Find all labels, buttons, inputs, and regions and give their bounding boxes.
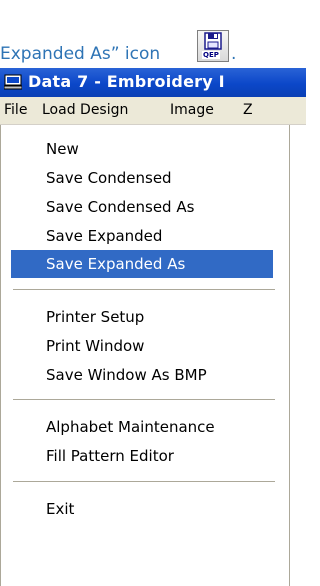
qep-icon-label: QEP: [202, 51, 220, 59]
menu-item-label: Exit: [46, 500, 75, 518]
menu-item-save-expanded-as[interactable]: Save Expanded As: [11, 250, 273, 278]
menu-item-label: Save Window As BMP: [46, 366, 207, 384]
menu-z-truncated[interactable]: Z: [243, 102, 253, 118]
menu-item-print-window[interactable]: Print Window: [11, 332, 277, 360]
menu-item-label: Save Condensed As: [46, 198, 195, 216]
menu-separator: [13, 289, 275, 291]
window-titlebar[interactable]: Data 7 - Embroidery I: [0, 68, 306, 97]
menu-item-exit[interactable]: Exit: [11, 495, 277, 523]
window-title: Data 7 - Embroidery I: [28, 72, 225, 91]
menu-item-save-window-as-bmp[interactable]: Save Window As BMP: [11, 361, 277, 389]
document-caption: Expanded As” icon QEP .: [0, 0, 306, 68]
menu-item-label: Fill Pattern Editor: [46, 447, 174, 465]
caption-text-label: Expanded As” icon: [0, 44, 161, 64]
menu-item-label: Print Window: [46, 337, 145, 355]
caption-period: .: [231, 44, 237, 64]
menu-item-fill-pattern-editor[interactable]: Fill Pattern Editor: [11, 442, 277, 470]
floppy-disk-icon: [204, 32, 222, 50]
menu-bar: File Load Design Image Z: [0, 97, 306, 125]
file-menu-dropdown: New Save Condensed Save Condensed As Sav…: [0, 125, 290, 586]
menu-file[interactable]: File: [4, 102, 27, 118]
menu-item-save-condensed-as[interactable]: Save Condensed As: [11, 193, 277, 221]
menu-item-label: Printer Setup: [46, 308, 145, 326]
menu-load-design[interactable]: Load Design: [42, 102, 128, 118]
menu-item-new[interactable]: New: [11, 135, 277, 163]
menu-item-printer-setup[interactable]: Printer Setup: [11, 303, 277, 331]
menu-separator: [13, 481, 275, 483]
computer-icon: [4, 74, 22, 90]
menu-item-alphabet-maintenance[interactable]: Alphabet Maintenance: [11, 413, 277, 441]
caption-text: Expanded As” icon: [0, 44, 160, 64]
menu-item-label: Save Condensed: [46, 169, 172, 187]
menu-item-save-expanded[interactable]: Save Expanded: [11, 222, 277, 250]
save-expanded-as-icon: QEP: [197, 30, 229, 62]
menu-item-label: New: [46, 140, 79, 158]
menu-image[interactable]: Image: [170, 102, 214, 118]
menu-item-label: Save Expanded As: [46, 255, 186, 273]
menu-item-label: Alphabet Maintenance: [46, 418, 215, 436]
menu-item-label: Save Expanded: [46, 227, 163, 245]
menu-item-save-condensed[interactable]: Save Condensed: [11, 164, 277, 192]
menu-separator: [13, 399, 275, 401]
